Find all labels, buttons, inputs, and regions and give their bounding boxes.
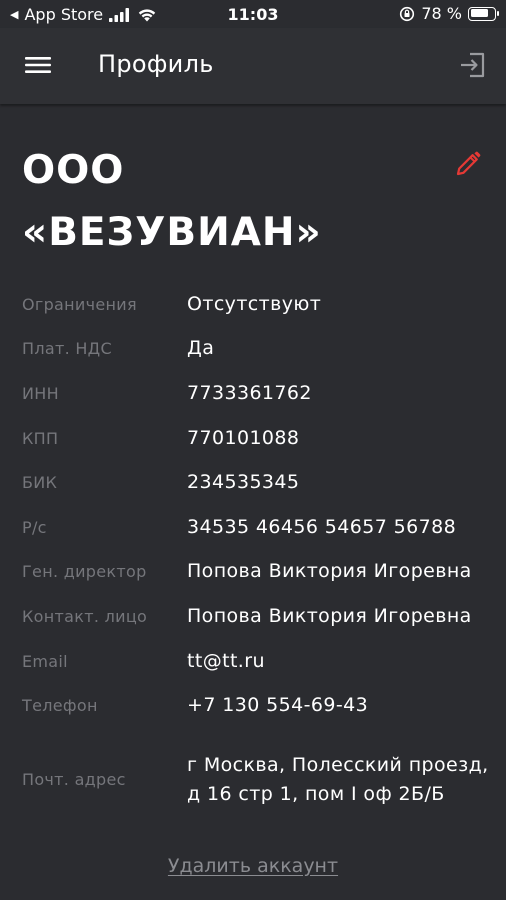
status-bar: ◀ App Store 11:03 78 % bbox=[0, 0, 506, 28]
detail-label: Контакт. лицо bbox=[22, 606, 148, 626]
profile-content: ООО «ВЕЗУВИАН» Ограничения Отсутствуют П… bbox=[0, 104, 506, 900]
detail-row-account: Р/с 34535 46456 54657 56788 bbox=[22, 505, 492, 550]
detail-value: г Москва, Полесский проезд, д 16 стр 1, … bbox=[187, 753, 489, 805]
detail-row-bik: БИК 234535345 bbox=[22, 460, 492, 505]
detail-row-inn: ИНН 7733361762 bbox=[22, 371, 492, 416]
battery-icon bbox=[468, 6, 499, 21]
status-right-group: 78 % bbox=[399, 4, 499, 23]
detail-row-email: Email tt@tt.ru bbox=[22, 639, 492, 684]
detail-row-postal-address: Почт. адрес г Москва, Полесский проезд, … bbox=[22, 734, 492, 826]
detail-row-director: Ген. директор Попова Виктория Игоревна bbox=[22, 550, 492, 595]
pencil-icon[interactable] bbox=[454, 150, 482, 178]
delete-account-container: Удалить аккаунт bbox=[0, 855, 506, 877]
detail-row-phone: Телефон +7 130 554-69-43 bbox=[22, 683, 492, 728]
detail-row-kpp: КПП 770101088 bbox=[22, 416, 492, 461]
hamburger-menu-icon[interactable] bbox=[24, 53, 52, 77]
detail-value: 34535 46456 54657 56788 bbox=[187, 515, 457, 538]
detail-label: Ген. директор bbox=[22, 562, 147, 582]
detail-row-contact: Контакт. лицо Попова Виктория Игоревна bbox=[22, 594, 492, 639]
delete-account-link[interactable]: Удалить аккаунт bbox=[168, 855, 338, 877]
detail-value: 770101088 bbox=[187, 426, 300, 449]
battery-percent: 78 % bbox=[421, 4, 462, 23]
page-title: Профиль bbox=[98, 50, 214, 78]
detail-value: +7 130 554-69-43 bbox=[187, 694, 369, 717]
detail-row-vat-payer: Плат. НДС Да bbox=[22, 327, 492, 372]
detail-label: Почт. адрес bbox=[22, 770, 126, 790]
detail-label: Р/с bbox=[22, 517, 47, 537]
battery-level bbox=[470, 9, 488, 17]
detail-row-restrictions: Ограничения Отсутствуют bbox=[22, 282, 492, 327]
detail-label: КПП bbox=[22, 428, 59, 448]
detail-value: Попова Виктория Игоревна bbox=[187, 604, 472, 627]
detail-label: ИНН bbox=[22, 383, 59, 403]
app-bar: Профиль bbox=[0, 28, 506, 104]
detail-value: Да bbox=[187, 337, 215, 360]
detail-value: 7733361762 bbox=[187, 381, 312, 404]
company-name: ООО «ВЕЗУВИАН» bbox=[22, 148, 322, 255]
profile-details-list: Ограничения Отсутствуют Плат. НДС Да ИНН… bbox=[22, 282, 492, 826]
detail-value: tt@tt.ru bbox=[187, 649, 265, 672]
detail-label: Ограничения bbox=[22, 294, 137, 314]
detail-value: Попова Виктория Игоревна bbox=[187, 560, 472, 583]
detail-label: Телефон bbox=[22, 696, 98, 716]
detail-value: Отсутствуют bbox=[187, 292, 322, 315]
orientation-lock-icon bbox=[400, 6, 415, 21]
logout-icon[interactable] bbox=[458, 50, 488, 80]
detail-label: Плат. НДС bbox=[22, 339, 112, 359]
detail-label: Email bbox=[22, 651, 68, 671]
detail-value: 234535345 bbox=[187, 471, 300, 494]
detail-label: БИК bbox=[22, 473, 58, 493]
